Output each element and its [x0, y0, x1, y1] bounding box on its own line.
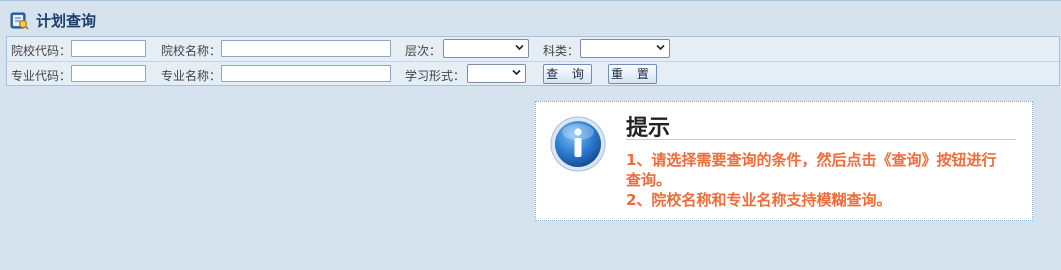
info-icon	[550, 116, 606, 172]
level-select[interactable]	[443, 39, 529, 58]
level-label: 层次：	[405, 44, 442, 58]
tip-line-2: 2、院校名称和专业名称支持模糊查询。	[626, 191, 892, 209]
reset-button[interactable]: 重 置	[608, 64, 657, 84]
tip-divider	[626, 139, 1016, 140]
major-name-label: 专业名称：	[161, 69, 222, 83]
study-form-select[interactable]	[467, 64, 526, 83]
search-form: 院校代码： 院校名称： 层次： 科类： 专业代码： 专业名称： 学习形式： 查 …	[6, 36, 1060, 86]
plan-search-icon	[10, 12, 29, 30]
chevron-down-icon	[656, 44, 665, 51]
page-header: 计划查询	[0, 0, 1061, 37]
study-form-label: 学习形式：	[405, 69, 466, 83]
query-button[interactable]: 查 询	[543, 64, 592, 84]
major-code-input[interactable]	[71, 65, 146, 82]
tip-panel: 提示 1、请选择需要查询的条件，然后点击《查询》按钮进行查询。 2、院校名称和专…	[535, 101, 1033, 221]
search-form-row-2: 专业代码： 专业名称： 学习形式： 查 询 重 置	[7, 62, 1059, 86]
school-code-input[interactable]	[71, 40, 146, 57]
school-code-label: 院校代码：	[11, 44, 72, 58]
tip-title: 提示	[626, 116, 671, 141]
tip-line-1: 1、请选择需要查询的条件，然后点击《查询》按钮进行查询。	[626, 151, 997, 189]
subject-label: 科类：	[543, 44, 580, 58]
chevron-down-icon	[515, 44, 524, 51]
school-name-label: 院校名称：	[161, 44, 222, 58]
search-form-row-1: 院校代码： 院校名称： 层次： 科类：	[7, 37, 1059, 62]
page-title: 计划查询	[36, 12, 97, 30]
school-name-input[interactable]	[221, 40, 391, 57]
major-name-input[interactable]	[221, 65, 391, 82]
tip-body: 1、请选择需要查询的条件，然后点击《查询》按钮进行查询。 2、院校名称和专业名称…	[626, 150, 1011, 210]
chevron-down-icon	[512, 69, 521, 76]
subject-select[interactable]	[580, 39, 670, 58]
major-code-label: 专业代码：	[11, 69, 72, 83]
